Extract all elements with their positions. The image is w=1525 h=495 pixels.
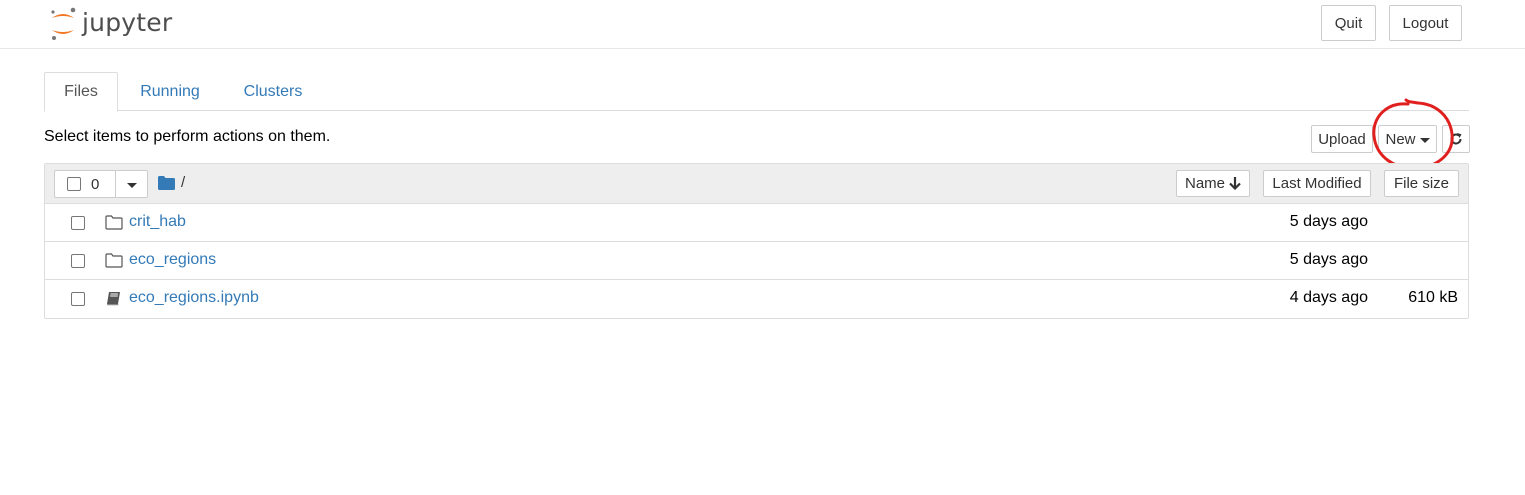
list-item[interactable]: crit_hab 5 days ago — [45, 204, 1468, 242]
caret-down-icon — [1419, 137, 1430, 143]
file-list: 0 / Name Last Modified File size crit_ha… — [44, 163, 1469, 319]
logout-button[interactable]: Logout — [1389, 5, 1462, 41]
select-all-group: 0 — [54, 170, 148, 198]
folder-outline-icon — [105, 253, 123, 268]
upload-button[interactable]: Upload — [1311, 125, 1373, 153]
refresh-icon — [1450, 133, 1462, 145]
tab-bar: Files Running Clusters — [44, 72, 1469, 112]
notebook-icon — [107, 292, 120, 306]
arrow-down-icon — [1229, 177, 1241, 190]
list-item[interactable]: eco_regions 5 days ago — [45, 242, 1468, 280]
file-name-link[interactable]: eco_regions.ipynb — [129, 289, 259, 307]
folder-icon[interactable] — [158, 175, 175, 190]
sort-name-button[interactable]: Name — [1176, 170, 1250, 197]
file-modified: 5 days ago — [1289, 251, 1368, 268]
new-button-label: New — [1385, 130, 1416, 148]
jupyter-logo-icon — [51, 7, 76, 40]
new-button[interactable]: New — [1378, 125, 1437, 153]
selected-count: 0 — [91, 175, 100, 193]
select-all-control[interactable]: 0 — [55, 171, 117, 197]
sort-name-label: Name — [1184, 175, 1225, 192]
select-all-checkbox[interactable] — [67, 177, 81, 191]
tab-files[interactable]: Files — [44, 72, 118, 112]
file-list-header: 0 / Name Last Modified File size — [45, 164, 1468, 204]
row-checkbox[interactable] — [71, 254, 85, 268]
file-modified: 5 days ago — [1289, 213, 1368, 230]
file-size: 610 kB — [1408, 289, 1458, 306]
instructions-text: Select items to perform actions on them. — [44, 128, 331, 145]
quit-button[interactable]: Quit — [1321, 5, 1376, 41]
breadcrumb: / — [158, 174, 185, 191]
file-name-link[interactable]: eco_regions — [129, 251, 216, 269]
select-menu-toggle[interactable] — [116, 171, 147, 197]
row-checkbox[interactable] — [71, 292, 85, 306]
tab-clusters[interactable]: Clusters — [232, 72, 314, 111]
file-name-link[interactable]: crit_hab — [129, 213, 186, 231]
file-modified: 4 days ago — [1289, 289, 1368, 306]
header-bar: jupyter Quit Logout — [0, 0, 1525, 49]
sort-size-button[interactable]: File size — [1384, 170, 1459, 197]
sort-modified-button[interactable]: Last Modified — [1263, 170, 1371, 197]
breadcrumb-root[interactable]: / — [181, 174, 185, 191]
logo-text: jupyter — [82, 7, 173, 37]
tab-running[interactable]: Running — [128, 72, 212, 111]
row-checkbox[interactable] — [71, 216, 85, 230]
folder-outline-icon — [105, 215, 123, 230]
caret-down-icon — [126, 182, 137, 188]
refresh-button[interactable] — [1442, 125, 1470, 153]
jupyter-logo[interactable]: jupyter — [48, 6, 172, 42]
list-item[interactable]: eco_regions.ipynb 4 days ago 610 kB — [45, 280, 1468, 318]
